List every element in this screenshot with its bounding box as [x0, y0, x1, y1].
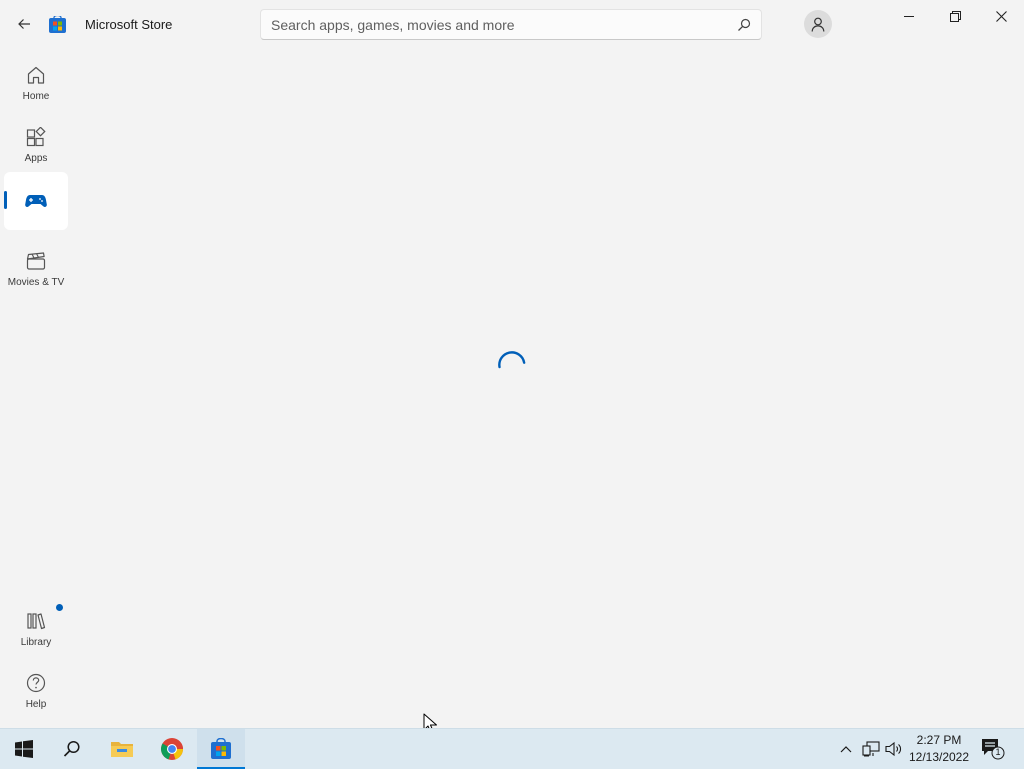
- nav-item-help[interactable]: Help: [4, 662, 68, 720]
- taskbar-clock[interactable]: 2:27 PM 12/13/2022: [906, 732, 972, 766]
- nav-label-help: Help: [25, 699, 47, 710]
- action-center-button[interactable]: 1: [980, 737, 1006, 761]
- search-input[interactable]: [271, 10, 721, 39]
- search-box[interactable]: [260, 9, 762, 40]
- restore-button[interactable]: [932, 0, 978, 32]
- store-taskbar-button[interactable]: [197, 729, 245, 769]
- windows-start-icon: [15, 740, 33, 758]
- volume-icon: [885, 741, 901, 757]
- close-button[interactable]: [978, 0, 1024, 32]
- nav-item-apps[interactable]: Apps: [4, 116, 68, 174]
- update-badge: [56, 604, 63, 611]
- nav-label-apps: Apps: [24, 153, 48, 164]
- taskbar: 2:27 PM 12/13/2022 1: [0, 728, 1024, 769]
- selected-indicator: [4, 191, 7, 209]
- store-logo-icon: [49, 14, 66, 33]
- restore-icon: [949, 10, 961, 22]
- nav-label-home: Home: [22, 91, 50, 102]
- minimize-button[interactable]: [886, 0, 932, 32]
- show-hidden-icons-button[interactable]: [836, 739, 856, 759]
- file-explorer-button[interactable]: [98, 729, 146, 769]
- chrome-icon: [161, 738, 183, 760]
- store-icon: [211, 738, 231, 759]
- clock-time: 2:27 PM: [916, 733, 962, 747]
- search-icon[interactable]: [737, 18, 751, 32]
- app-title: Microsoft Store: [85, 17, 173, 32]
- close-icon: [995, 10, 1007, 22]
- minimize-icon: [904, 16, 914, 17]
- library-icon: [25, 610, 47, 632]
- back-button[interactable]: [12, 12, 36, 36]
- person-icon: [811, 17, 825, 32]
- notification-count: 1: [995, 747, 1001, 757]
- search-icon: [63, 740, 80, 757]
- nav-item-movies-tv[interactable]: Movies & TV: [4, 240, 68, 298]
- title-bar: Microsoft Store: [0, 0, 1024, 48]
- nav-item-home[interactable]: Home: [4, 54, 68, 112]
- clock-date: 12/13/2022: [908, 750, 970, 764]
- nav-label-library: Library: [20, 637, 52, 648]
- clapperboard-icon: [25, 250, 47, 272]
- nav-label-movies-tv: Movies & TV: [7, 277, 65, 288]
- gamepad-icon: [25, 190, 47, 212]
- file-explorer-icon: [111, 742, 133, 757]
- taskbar-search-button[interactable]: [48, 729, 96, 769]
- nav-item-gaming[interactable]: [4, 172, 68, 230]
- chevron-up-icon: [840, 746, 852, 753]
- help-icon: [25, 672, 47, 694]
- volume-button[interactable]: [884, 739, 904, 759]
- notification-icon: [982, 739, 1005, 760]
- nav-item-library[interactable]: Library: [4, 600, 68, 658]
- back-arrow-icon: [18, 19, 30, 29]
- home-icon: [25, 64, 47, 86]
- network-icon: [862, 741, 880, 757]
- network-button[interactable]: [861, 739, 881, 759]
- account-avatar-button[interactable]: [804, 10, 832, 38]
- start-button[interactable]: [0, 729, 48, 769]
- chrome-button[interactable]: [148, 729, 196, 769]
- loading-spinner-icon: [498, 351, 526, 369]
- apps-icon: [25, 126, 47, 148]
